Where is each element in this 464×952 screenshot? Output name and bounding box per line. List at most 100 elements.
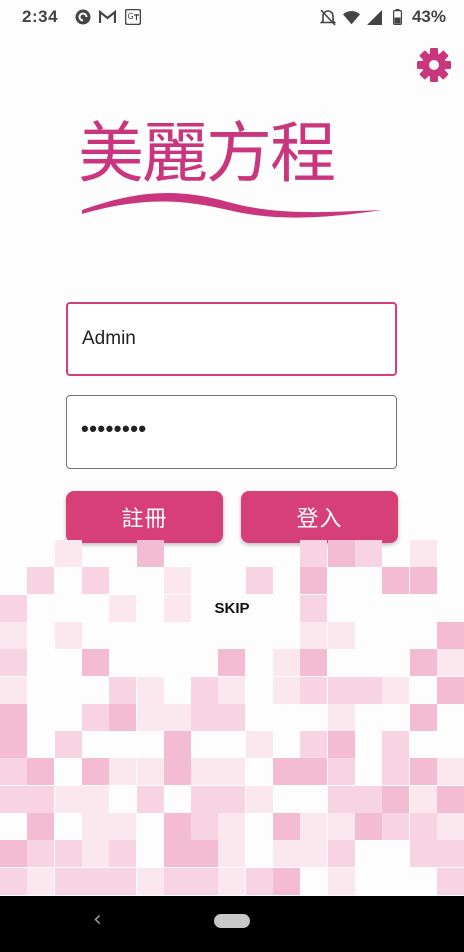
mosaic-tile xyxy=(109,867,137,895)
mosaic-tile xyxy=(218,785,246,813)
mosaic-tile xyxy=(218,867,246,895)
mosaic-tile xyxy=(436,813,464,840)
mosaic-tile xyxy=(218,703,246,731)
mosaic-tile xyxy=(436,649,464,677)
mosaic-tile xyxy=(54,731,82,759)
mosaic-tile xyxy=(327,676,355,704)
mosaic-tile xyxy=(136,703,164,731)
mosaic-tile xyxy=(245,785,273,813)
mosaic-tile xyxy=(436,840,464,868)
mosaic-tile xyxy=(109,676,137,704)
mosaic-tile xyxy=(81,867,109,895)
mosaic-tile xyxy=(409,840,437,868)
mosaic-tile xyxy=(163,703,191,731)
mosaic-tile xyxy=(163,840,191,868)
mosaic-tile xyxy=(436,758,464,786)
mosaic-tile xyxy=(27,867,55,895)
login-button[interactable]: 登入 xyxy=(241,491,398,543)
svg-text:G: G xyxy=(127,12,133,21)
mosaic-tile xyxy=(0,840,27,868)
mosaic-tile xyxy=(191,785,219,813)
pink-mosaic-background xyxy=(0,540,464,896)
mosaic-tile xyxy=(409,567,437,595)
mosaic-tile xyxy=(300,813,328,840)
mosaic-tile xyxy=(354,676,382,704)
mosaic-tile xyxy=(300,567,328,595)
mosaic-tile xyxy=(136,758,164,786)
mosaic-tile xyxy=(54,867,82,895)
mosaic-tile xyxy=(327,621,355,649)
mosaic-tile xyxy=(191,676,219,704)
mosaic-tile xyxy=(27,785,55,813)
mosaic-tile xyxy=(300,840,328,868)
mosaic-tile xyxy=(191,813,219,840)
mosaic-tile xyxy=(273,758,300,786)
mosaic-tile xyxy=(27,813,55,840)
mosaic-tile xyxy=(327,840,355,868)
signal-icon xyxy=(366,9,383,26)
mosaic-tile xyxy=(54,621,82,649)
mosaic-tile xyxy=(436,676,464,704)
mosaic-tile xyxy=(409,785,437,813)
do-not-disturb-icon xyxy=(320,8,337,26)
mosaic-tile xyxy=(354,540,382,567)
status-time: 2:34 xyxy=(22,7,59,26)
mosaic-tile xyxy=(354,813,382,840)
mosaic-tile xyxy=(273,813,300,840)
mosaic-tile xyxy=(327,703,355,731)
mosaic-tile xyxy=(382,567,410,595)
home-pill-icon[interactable] xyxy=(214,914,250,928)
mosaic-tile xyxy=(27,758,55,786)
mosaic-tile xyxy=(109,703,137,731)
register-button[interactable]: 註冊 xyxy=(66,491,223,543)
mosaic-tile xyxy=(0,731,27,759)
translate-icon: G xyxy=(124,8,141,25)
mosaic-tile xyxy=(218,649,246,677)
mosaic-tile xyxy=(218,676,246,704)
username-field[interactable]: Admin xyxy=(66,302,397,376)
mosaic-tile xyxy=(354,785,382,813)
system-status-icons: 43% xyxy=(320,7,446,27)
notification-icons: G xyxy=(74,8,141,25)
gear-icon[interactable] xyxy=(415,46,453,84)
mosaic-tile xyxy=(163,758,191,786)
mosaic-tile xyxy=(273,649,300,677)
logo-swoosh xyxy=(82,192,382,218)
mosaic-tile xyxy=(191,758,219,786)
mosaic-tile xyxy=(218,758,246,786)
mosaic-tile xyxy=(436,867,464,895)
pocket-casts-icon xyxy=(74,8,91,25)
mosaic-tile xyxy=(0,649,27,677)
mosaic-tile xyxy=(81,840,109,868)
gmail-icon xyxy=(99,8,116,25)
mosaic-tile xyxy=(81,758,109,786)
mosaic-tile xyxy=(191,867,219,895)
mosaic-tile xyxy=(136,676,164,704)
skip-link[interactable]: SKIP xyxy=(0,600,464,617)
mosaic-tile xyxy=(191,703,219,731)
mosaic-tile xyxy=(54,540,82,567)
mosaic-tile xyxy=(327,785,355,813)
back-chevron-icon[interactable]: ‹ xyxy=(93,908,102,932)
mosaic-tile xyxy=(27,567,55,595)
mosaic-tile xyxy=(109,758,137,786)
mosaic-tile xyxy=(300,758,328,786)
mosaic-tile xyxy=(0,703,27,731)
mosaic-tile xyxy=(327,758,355,786)
username-value: Admin xyxy=(82,328,136,349)
mosaic-tile xyxy=(0,758,27,786)
mosaic-tile xyxy=(54,840,82,868)
mosaic-tile xyxy=(81,649,109,677)
password-field[interactable]: •••••••• xyxy=(66,395,397,469)
mosaic-tile xyxy=(409,649,437,677)
mosaic-tile xyxy=(382,813,410,840)
mosaic-tile xyxy=(327,540,355,567)
mosaic-tile xyxy=(382,758,410,786)
mosaic-tile xyxy=(163,731,191,759)
mosaic-tile xyxy=(382,731,410,759)
mosaic-tile xyxy=(300,540,328,567)
wifi-icon xyxy=(342,9,360,26)
mosaic-tile xyxy=(136,867,164,895)
battery-icon xyxy=(389,9,406,26)
mosaic-tile xyxy=(245,867,273,895)
